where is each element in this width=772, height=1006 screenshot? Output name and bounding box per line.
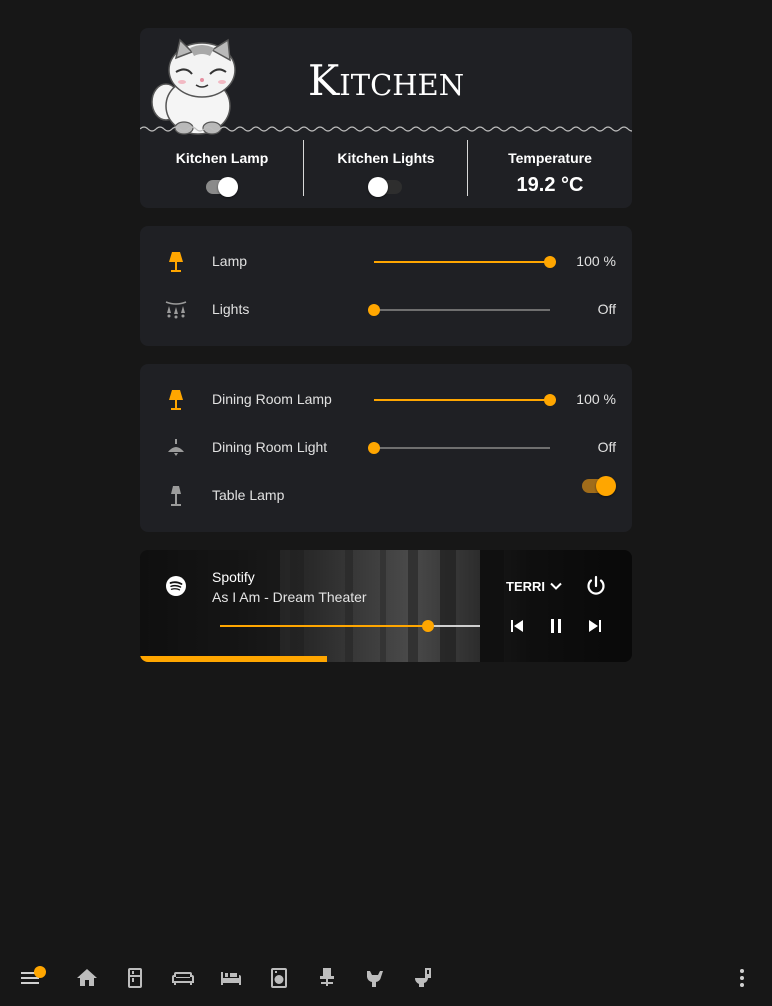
device-name: TERRI [506,579,545,594]
home-icon[interactable] [75,966,99,990]
entity-name[interactable]: Dining Room Lamp [212,391,332,407]
stat-label: Kitchen Lights [337,150,435,166]
media-player-card: Spotify As I Am - Dream Theater TERRI [140,550,632,662]
desk-chair-icon[interactable] [315,966,339,990]
dining-room-lamp-slider[interactable] [374,394,556,406]
temperature-value: 19.2 °C [516,174,584,196]
floor-lamp-icon[interactable] [164,250,188,274]
table-lamp-toggle[interactable] [580,475,616,497]
spotify-icon [166,576,186,596]
list-item: Dining Room Lamp 100 % [140,376,632,424]
list-item: Dining Room Light Off [140,424,632,472]
washing-machine-icon[interactable] [267,966,291,990]
temperature-stat[interactable]: Temperature 19.2 °C [470,150,630,197]
lights-brightness-slider[interactable] [368,304,550,316]
pause-icon[interactable] [544,614,568,638]
divider [303,140,304,196]
album-art-background [140,550,632,662]
more-vertical-icon[interactable] [730,966,754,990]
divider [467,140,468,196]
previous-track-icon[interactable] [504,614,528,638]
string-lights-icon[interactable] [164,298,188,322]
entity-value: Off [597,439,616,455]
entity-value: 100 % [576,253,616,269]
next-track-icon[interactable] [584,614,608,638]
kitchen-lamp-toggle[interactable] [204,176,240,198]
notification-badge [34,966,46,978]
list-item: Lights Off [140,286,632,334]
lights-card-2: Dining Room Lamp 100 % Dining Room Light… [140,364,632,532]
list-item: Table Lamp [140,472,632,520]
media-progress-bar[interactable] [140,656,632,662]
entity-value: Off [597,301,616,317]
fridge-icon[interactable] [123,966,147,990]
kitchen-lamp-stat[interactable]: Kitchen Lamp [142,150,302,203]
bed-icon[interactable] [219,966,243,990]
power-icon[interactable] [584,574,608,598]
lights-card-1: Lamp 100 % Lights Off [140,226,632,346]
kitchen-lights-toggle[interactable] [368,176,404,198]
media-source: Spotify [212,569,255,585]
entity-value: 100 % [576,391,616,407]
page-title: Kitchen [307,56,465,105]
lamp-brightness-slider[interactable] [374,256,556,268]
device-select[interactable]: TERRI [506,579,545,594]
entity-name[interactable]: Table Lamp [212,487,284,503]
cat-mascot-icon [151,38,236,135]
stat-label: Temperature [508,150,592,166]
toilet-icon[interactable] [411,966,435,990]
kitchen-header-card: Kitchen Kitchen Lamp Kitchen Lights Temp… [140,28,632,208]
ceiling-light-icon[interactable] [164,436,188,460]
kitchen-lights-stat[interactable]: Kitchen Lights [306,150,466,203]
stat-label: Kitchen Lamp [175,150,269,166]
wave-divider [140,126,632,132]
chevron-down-icon[interactable] [546,576,566,596]
table-lamp-icon[interactable] [164,484,188,508]
entity-name[interactable]: Dining Room Light [212,439,327,455]
toilet-paper-icon[interactable] [363,966,387,990]
list-item: Lamp 100 % [140,238,632,286]
entity-name[interactable]: Lights [212,301,249,317]
media-track: As I Am - Dream Theater [212,589,367,605]
floor-lamp-icon[interactable] [164,388,188,412]
entity-name[interactable]: Lamp [212,253,247,269]
sofa-icon[interactable] [171,966,195,990]
dining-room-light-slider[interactable] [368,442,550,454]
volume-slider[interactable] [220,620,480,632]
